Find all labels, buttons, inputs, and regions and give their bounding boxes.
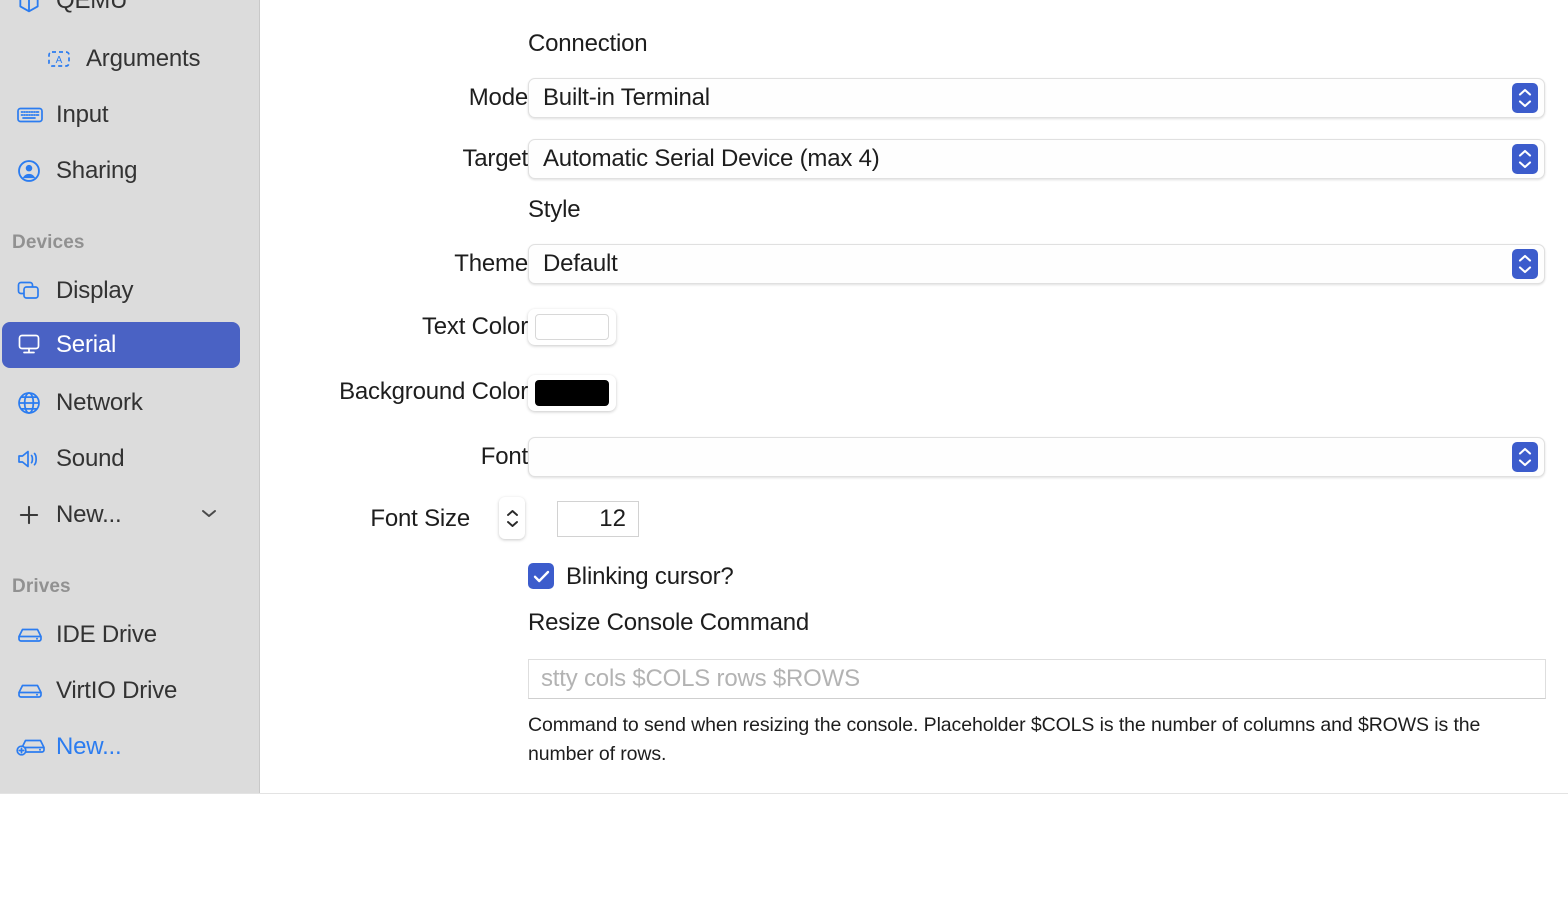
sidebar-item-label: Network xyxy=(56,389,143,416)
chevron-updown-icon[interactable] xyxy=(1512,144,1538,174)
style-section-title: Style xyxy=(528,196,581,223)
blinking-cursor-label: Blinking cursor? xyxy=(566,563,734,590)
sidebar-item-arguments[interactable]: A Arguments xyxy=(2,36,240,82)
svg-text:A: A xyxy=(56,55,63,66)
sidebar-item-label: Arguments xyxy=(86,45,201,72)
chevron-down-icon[interactable] xyxy=(200,506,218,524)
font-size-value: 12 xyxy=(599,505,626,532)
blinking-cursor-checkbox[interactable] xyxy=(528,563,554,589)
sidebar-item-label: VirtIO Drive xyxy=(56,677,178,704)
resize-command-input[interactable]: stty cols $COLS rows $ROWS xyxy=(528,659,1546,699)
serial-monitor-icon xyxy=(16,332,46,358)
background-color-label: Background Color xyxy=(339,378,528,405)
background-color-swatch xyxy=(535,380,609,406)
sidebar-item-label: New... xyxy=(56,733,122,760)
sidebar-item-sharing[interactable]: Sharing xyxy=(2,148,240,194)
chevron-updown-icon[interactable] xyxy=(1512,83,1538,113)
sidebar-item-label: Sound xyxy=(56,445,125,472)
sidebar-section-drives: Drives xyxy=(12,576,71,597)
connection-section-title: Connection xyxy=(528,30,648,57)
dialog-footer: Cancel Save xyxy=(0,794,1568,902)
target-dropdown[interactable]: Automatic Serial Device (max 4) xyxy=(528,139,1545,179)
font-label: Font xyxy=(480,443,528,470)
theme-dropdown[interactable]: Default xyxy=(528,244,1545,284)
sidebar-item-new-device[interactable]: New... xyxy=(2,492,240,538)
target-label: Target xyxy=(462,145,528,172)
sidebar-section-devices: Devices xyxy=(12,232,85,253)
mode-value: Built-in Terminal xyxy=(543,84,710,111)
sidebar-item-new-drive[interactable]: New... xyxy=(2,724,240,770)
mode-label: Mode xyxy=(468,84,528,111)
display-icon xyxy=(16,278,46,304)
sidebar-item-network[interactable]: Network xyxy=(2,380,240,426)
sidebar-item-sound[interactable]: Sound xyxy=(2,436,240,482)
sidebar-item-label: IDE Drive xyxy=(56,621,157,648)
sidebar-item-ide-drive[interactable]: IDE Drive xyxy=(2,612,240,658)
chevron-updown-icon[interactable] xyxy=(1512,442,1538,472)
drive-icon xyxy=(16,622,46,648)
cube-icon xyxy=(16,0,46,14)
target-value: Automatic Serial Device (max 4) xyxy=(543,145,880,172)
drive-icon xyxy=(16,678,46,704)
arguments-icon: A xyxy=(46,46,76,72)
sidebar-item-input[interactable]: Input xyxy=(2,92,240,138)
sidebar-item-label: QEMU xyxy=(56,0,128,14)
sidebar-item-label: Input xyxy=(56,101,109,128)
sidebar-item-label: New... xyxy=(56,501,122,528)
mode-dropdown[interactable]: Built-in Terminal xyxy=(528,78,1545,118)
resize-command-help: Command to send when resizing the consol… xyxy=(528,714,1481,765)
font-dropdown[interactable] xyxy=(528,437,1545,477)
settings-window: QEMU A Arguments Input Sharing Devices D… xyxy=(0,0,1568,902)
background-color-well[interactable] xyxy=(528,375,616,411)
text-color-well[interactable] xyxy=(528,309,616,345)
font-size-input[interactable]: 12 xyxy=(557,501,639,537)
font-size-label: Font Size xyxy=(370,505,470,532)
drive-plus-icon xyxy=(16,734,46,760)
sidebar: QEMU A Arguments Input Sharing Devices D… xyxy=(0,0,260,793)
chevron-updown-icon[interactable] xyxy=(1512,249,1538,279)
sidebar-item-serial[interactable]: Serial xyxy=(2,322,240,368)
speaker-icon xyxy=(16,446,46,472)
sidebar-item-display[interactable]: Display xyxy=(2,268,240,314)
resize-console-title: Resize Console Command xyxy=(528,609,810,636)
checkmark-icon xyxy=(533,570,549,582)
text-color-swatch xyxy=(535,314,609,340)
text-color-label: Text Color xyxy=(421,313,528,340)
person-circle-icon xyxy=(16,158,46,184)
plus-icon xyxy=(16,502,46,528)
globe-icon xyxy=(16,390,46,416)
keyboard-icon xyxy=(16,102,46,128)
sidebar-item-label: Sharing xyxy=(56,157,138,184)
sidebar-item-label: Display xyxy=(56,277,134,304)
sidebar-item-virtio-drive[interactable]: VirtIO Drive xyxy=(2,668,240,714)
sidebar-item-qemu[interactable]: QEMU xyxy=(2,0,240,24)
theme-label: Theme xyxy=(454,250,528,277)
font-size-stepper[interactable] xyxy=(499,497,525,539)
serial-settings-pane: Connection Mode Built-in Terminal Target… xyxy=(260,0,1568,793)
resize-command-placeholder: stty cols $COLS rows $ROWS xyxy=(541,665,860,692)
sidebar-item-label: Serial xyxy=(56,331,117,358)
theme-value: Default xyxy=(543,250,618,277)
